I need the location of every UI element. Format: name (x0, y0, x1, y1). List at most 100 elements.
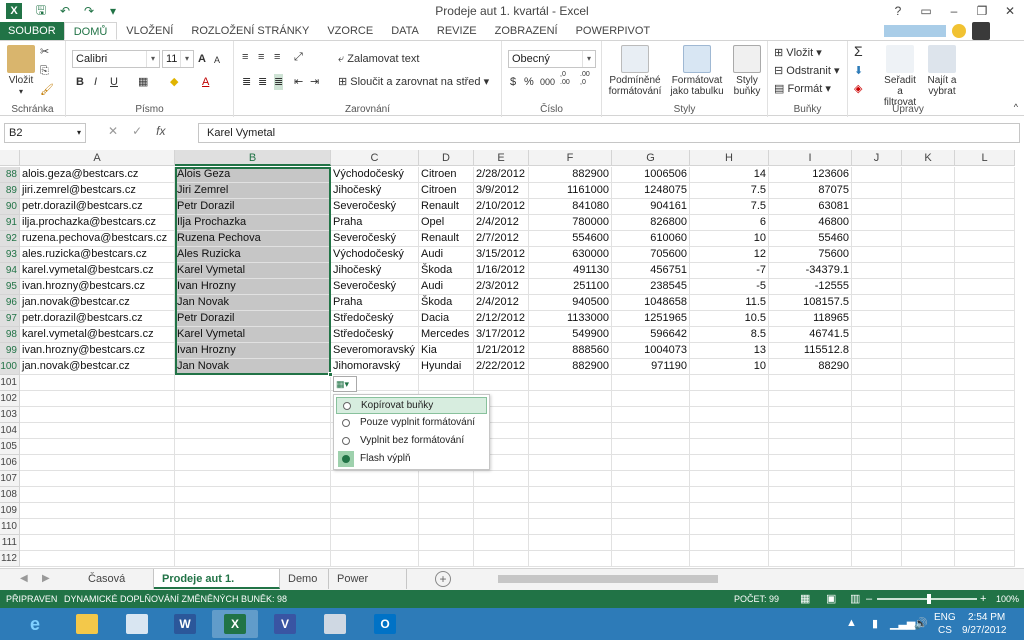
cell-j[interactable] (852, 423, 902, 439)
cancel-icon[interactable]: ✕ (108, 124, 118, 138)
conditional-formatting-button[interactable]: Podmíněné formátování (604, 45, 666, 97)
cell-h[interactable] (690, 407, 769, 423)
cell-h[interactable]: -5 (690, 279, 769, 295)
network-icon[interactable]: ▁▃▅ (890, 617, 915, 630)
cell-d[interactable]: Kia (419, 343, 474, 359)
autofill-option[interactable]: Pouze vyplnit formátování (336, 415, 487, 432)
next-sheet-icon[interactable]: ▶ (42, 573, 50, 584)
sheet-tab[interactable]: Demo (280, 569, 329, 589)
cell-g[interactable]: 904161 (612, 199, 690, 215)
cell-a[interactable] (20, 375, 175, 391)
cell-e[interactable] (474, 535, 529, 551)
cell-l[interactable] (955, 263, 1015, 279)
cell-d[interactable]: Citroen (419, 183, 474, 199)
cell-h[interactable] (690, 423, 769, 439)
insert-function-icon[interactable]: fx (156, 124, 165, 138)
cell-b[interactable]: Ruzena Pechova (175, 231, 331, 247)
cell-g[interactable] (612, 407, 690, 423)
row-header[interactable]: 95 (0, 279, 20, 295)
cell-a[interactable]: karel.vymetal@bestcars.cz (20, 263, 175, 279)
tab-file[interactable]: SOUBOR (0, 22, 64, 40)
cell-b[interactable] (175, 391, 331, 407)
cell-i[interactable] (769, 391, 852, 407)
zoom-out-button[interactable]: – (866, 590, 872, 608)
row-header[interactable]: 102 (0, 391, 20, 407)
cell-styles-button[interactable]: Styly buňky (728, 45, 766, 97)
cell-i[interactable]: 75600 (769, 247, 852, 263)
cell-c[interactable]: Jihomoravský (331, 359, 419, 375)
row-header[interactable]: 91 (0, 215, 20, 231)
cell-c[interactable]: Praha (331, 215, 419, 231)
cell-g[interactable] (612, 503, 690, 519)
cell-h[interactable]: 6 (690, 215, 769, 231)
cell-g[interactable] (612, 455, 690, 471)
cell-c[interactable] (331, 535, 419, 551)
cell-a[interactable]: karel.vymetal@bestcars.cz (20, 327, 175, 343)
cell-h[interactable]: 14 (690, 167, 769, 183)
fill-color-icon[interactable]: ◆ (170, 74, 178, 90)
cell-e[interactable]: 3/15/2012 (474, 247, 529, 263)
cell-d[interactable]: Renault (419, 199, 474, 215)
cell-a[interactable] (20, 471, 175, 487)
cell-b[interactable] (175, 519, 331, 535)
tab-page-layout[interactable]: ROZLOŽENÍ STRÁNKY (182, 22, 318, 40)
cell-e[interactable] (474, 487, 529, 503)
cell-b[interactable]: Jiri Zemrel (175, 183, 331, 199)
cell-a[interactable] (20, 391, 175, 407)
cell-l[interactable] (955, 343, 1015, 359)
cell-j[interactable] (852, 455, 902, 471)
row-header[interactable]: 89 (0, 183, 20, 199)
cell-i[interactable]: 87075 (769, 183, 852, 199)
cell-l[interactable] (955, 167, 1015, 183)
row-header[interactable]: 108 (0, 487, 20, 503)
cell-f[interactable] (529, 519, 612, 535)
cell-l[interactable] (955, 327, 1015, 343)
cell-g[interactable] (612, 423, 690, 439)
cell-l[interactable] (955, 439, 1015, 455)
cell-j[interactable] (852, 535, 902, 551)
autofill-option[interactable]: Flash výplň (336, 451, 487, 468)
save-icon[interactable]: 🖫 (32, 1, 50, 22)
column-header-k[interactable]: K (902, 150, 955, 166)
cell-f[interactable] (529, 503, 612, 519)
cell-a[interactable]: ilja.prochazka@bestcars.cz (20, 215, 175, 231)
thousands-button[interactable]: 000 (540, 74, 555, 90)
insert-cells-button[interactable]: ⊞ Vložit ▾ (774, 45, 822, 61)
cell-j[interactable] (852, 327, 902, 343)
cell-f[interactable]: 888560 (529, 343, 612, 359)
decrease-indent-icon[interactable]: ⇤ (294, 74, 303, 90)
cell-h[interactable] (690, 519, 769, 535)
cell-h[interactable] (690, 487, 769, 503)
cell-g[interactable] (612, 439, 690, 455)
cell-b[interactable]: Ilja Prochazka (175, 215, 331, 231)
row-header[interactable]: 101 (0, 375, 20, 391)
cell-h[interactable] (690, 391, 769, 407)
undo-icon[interactable]: ↶ (56, 4, 74, 18)
cell-c[interactable] (331, 519, 419, 535)
formula-input[interactable]: Karel Vymetal (198, 123, 1020, 143)
cell-h[interactable] (690, 471, 769, 487)
cell-b[interactable]: Petr Dorazil (175, 311, 331, 327)
cell-a[interactable] (20, 487, 175, 503)
cell-j[interactable] (852, 551, 902, 567)
cell-b[interactable]: Karel Vymetal (175, 263, 331, 279)
cell-h[interactable] (690, 439, 769, 455)
cell-d[interactable]: Dacia (419, 311, 474, 327)
cell-k[interactable] (902, 423, 955, 439)
cell-a[interactable] (20, 455, 175, 471)
cell-h[interactable]: 13 (690, 343, 769, 359)
confirm-icon[interactable]: ✓ (132, 124, 142, 138)
ribbon-display-button[interactable]: ▭ (912, 0, 940, 22)
increase-decimal-button[interactable]: ,0 .00 (560, 71, 576, 87)
cell-i[interactable] (769, 375, 852, 391)
column-header-l[interactable]: L (955, 150, 1015, 166)
cell-h[interactable]: 11.5 (690, 295, 769, 311)
cell-b[interactable]: Alois Geza (175, 167, 331, 183)
redo-icon[interactable]: ↷ (80, 4, 98, 18)
cell-b[interactable]: Karel Vymetal (175, 327, 331, 343)
cell-i[interactable]: 108157.5 (769, 295, 852, 311)
cell-j[interactable] (852, 263, 902, 279)
cell-g[interactable] (612, 471, 690, 487)
cell-a[interactable] (20, 551, 175, 567)
cell-j[interactable] (852, 407, 902, 423)
